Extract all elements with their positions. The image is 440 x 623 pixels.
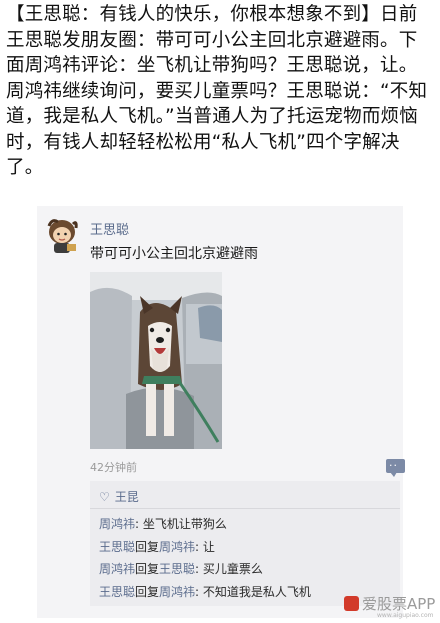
- watermark-url: www.aigupiao.com: [377, 612, 434, 619]
- post-timestamp: 42分钟前: [90, 461, 137, 474]
- comment-text: 买儿童票么: [202, 562, 263, 576]
- comment-list: 周鸿祎: 坐飞机让带狗么 王思聪回复周鸿祎: 让 周鸿祎回复王思聪: 买儿童票么…: [99, 515, 311, 605]
- comment-text: 让: [202, 539, 215, 554]
- heart-icon: ♡: [99, 490, 110, 504]
- comment-item[interactable]: 王思聪回复周鸿祎: 不知道我是私人飞机: [99, 583, 311, 606]
- comment-item[interactable]: 周鸿祎: 坐飞机让带狗么: [99, 515, 311, 538]
- aigupiao-logo-icon: [344, 596, 359, 611]
- likes-comments-panel: ♡ 王昆 周鸿祎: 坐飞机让带狗么 王思聪回复周鸿祎: 让 周鸿祎回复王思聪: 买…: [90, 481, 400, 606]
- comment-author[interactable]: 周鸿祎: [99, 517, 135, 531]
- comment-text: 坐飞机让带狗么: [142, 517, 227, 531]
- comment-author[interactable]: 王思聪: [99, 585, 135, 599]
- divider: [90, 508, 400, 509]
- reply-target[interactable]: 王思聪: [159, 562, 195, 576]
- reply-target[interactable]: 周鸿祎: [159, 585, 195, 599]
- comment-icon[interactable]: ··: [386, 459, 405, 477]
- comment-text: 不知道我是私人飞机: [202, 584, 311, 599]
- post-author-name[interactable]: 王思聪: [90, 219, 129, 238]
- comment-author[interactable]: 王思聪: [99, 540, 135, 554]
- reply-target[interactable]: 周鸿祎: [159, 540, 195, 554]
- post-photo[interactable]: [90, 272, 222, 449]
- comment-author[interactable]: 周鸿祎: [99, 562, 135, 576]
- moments-post-card: 王思聪 带可可小公主回北京避避雨 42分钟前 ·· ♡ 王昆 周鸿祎: 坐飞机让…: [37, 206, 405, 618]
- comment-item[interactable]: 周鸿祎回复王思聪: 买儿童票么: [99, 560, 311, 583]
- watermark-brand: 爱股票APP: [362, 595, 436, 613]
- like-user-name[interactable]: 王昆: [115, 490, 139, 504]
- comment-item[interactable]: 王思聪回复周鸿祎: 让: [99, 538, 311, 561]
- likes-row: ♡ 王昆: [99, 488, 139, 505]
- article-text: 【王思聪：有钱人的快乐，你根本想象不到】日前王思聪发朋友圈：带可可小公主回北京避…: [6, 4, 428, 178]
- cartoon-avatar-icon[interactable]: [43, 216, 81, 254]
- post-text: 带可可小公主回北京避避雨: [90, 246, 258, 262]
